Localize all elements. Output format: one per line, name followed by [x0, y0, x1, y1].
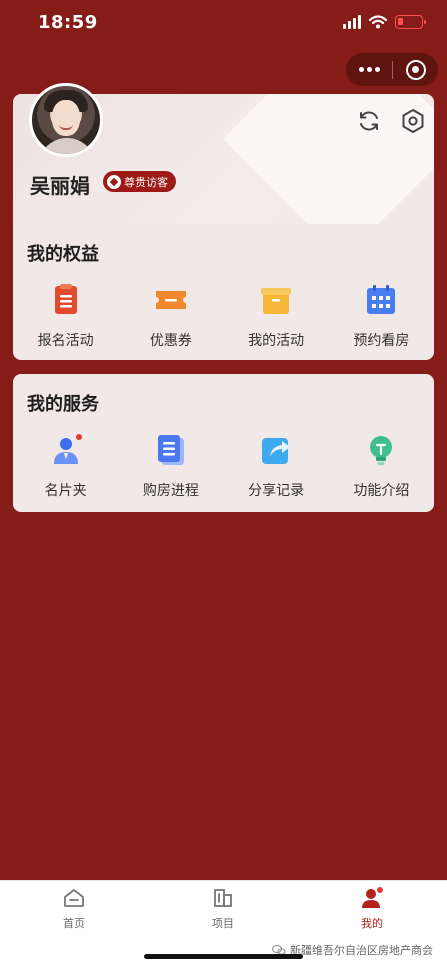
cellular-signal-icon [343, 15, 361, 29]
services-grid: 名片夹 购房进程 分享记录 功能介绍 [13, 432, 434, 500]
registration-clipboard-icon [54, 284, 77, 314]
user-name: 吴丽娟 [30, 174, 90, 198]
tab-mine[interactable]: 我的 [332, 887, 412, 931]
service-item-share-record[interactable]: 分享记录 [224, 432, 329, 500]
service-label: 分享记录 [248, 483, 305, 499]
lightbulb-icon [370, 436, 393, 465]
home-icon [64, 889, 84, 907]
benefits-grid: 报名活动 优惠券 我的活动 预约看房 [13, 282, 434, 350]
tab-project-label: 项目 [212, 917, 234, 930]
benefit-label: 预约看房 [353, 333, 410, 349]
service-item-purchase-progress[interactable]: 购房进程 [118, 432, 223, 500]
more-options-icon[interactable] [346, 53, 392, 86]
close-mini-program-icon[interactable] [393, 53, 438, 86]
calendar-icon [367, 285, 396, 314]
avatar[interactable] [29, 83, 103, 157]
benefit-label: 报名活动 [37, 333, 94, 349]
service-label: 功能介绍 [353, 483, 410, 499]
benefits-card: 我的权益 报名活动 优惠券 我的活动 预约看房 [13, 224, 434, 360]
refresh-icon[interactable] [357, 109, 381, 133]
service-item-feature-intro[interactable]: 功能介绍 [329, 432, 434, 500]
service-item-card-holder[interactable]: 名片夹 [13, 432, 118, 500]
benefits-title: 我的权益 [27, 244, 99, 265]
vip-status-badge: 尊贵访客 [103, 171, 176, 192]
coupon-icon [155, 291, 186, 309]
battery-icon [395, 15, 426, 29]
benefit-label: 我的活动 [248, 333, 305, 349]
benefit-label: 优惠券 [149, 333, 192, 349]
benefit-item-register-activity[interactable]: 报名活动 [13, 282, 118, 350]
status-time: 18:59 [38, 12, 98, 33]
profile-icon [362, 887, 383, 908]
mini-program-capsule [346, 53, 438, 86]
document-list-icon [157, 435, 184, 465]
tab-project[interactable]: 项目 [183, 887, 263, 931]
service-label: 名片夹 [44, 483, 87, 499]
benefit-item-my-activity[interactable]: 我的活动 [224, 282, 329, 350]
building-icon [214, 889, 232, 907]
benefit-item-coupon[interactable]: 优惠券 [118, 282, 223, 350]
tab-mine-label: 我的 [361, 917, 383, 930]
services-card: 我的服务 名片夹 购房进程 分享记录 功能介绍 [13, 374, 434, 512]
activity-box-icon [261, 288, 292, 314]
diamond-icon [107, 174, 121, 189]
status-icons [343, 15, 426, 29]
service-label: 购房进程 [142, 483, 199, 499]
home-indicator [144, 954, 303, 959]
share-icon [262, 438, 291, 464]
watermark-text: 新疆维吾尔自治区房地产商会 [290, 944, 433, 957]
status-bar: 18:59 [0, 0, 447, 48]
business-card-person-icon [53, 434, 82, 464]
benefit-item-book-viewing[interactable]: 预约看房 [329, 282, 434, 350]
tab-home-label: 首页 [63, 917, 85, 930]
services-title: 我的服务 [27, 394, 99, 415]
vip-badge-label: 尊贵访客 [124, 175, 168, 189]
tab-home[interactable]: 首页 [34, 887, 114, 931]
wifi-icon [369, 15, 387, 29]
settings-icon[interactable] [400, 108, 426, 134]
